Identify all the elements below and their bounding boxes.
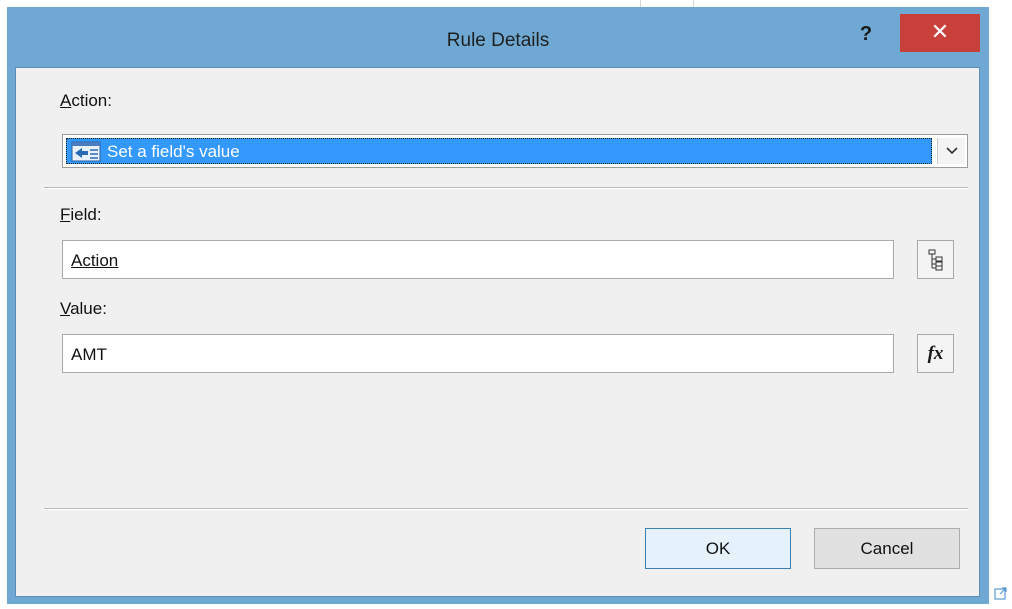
select-field-button[interactable] [917, 240, 954, 279]
set-field-value-icon [71, 141, 101, 162]
ok-button[interactable]: OK [645, 528, 791, 569]
formula-button[interactable]: fx [917, 334, 954, 373]
field-value: Action [71, 251, 119, 270]
rule-details-dialog: Rule Details ? ✕ Action: Set a field's v… [7, 7, 989, 604]
field-tree-icon [928, 249, 942, 270]
value-text: AMT [71, 345, 107, 364]
value-label: Value: [60, 299, 107, 318]
title-bar[interactable]: Rule Details ? ✕ [7, 7, 989, 67]
field-input[interactable]: Action [62, 240, 894, 279]
field-label: Field: [60, 205, 102, 224]
dialog-title: Rule Details [446, 30, 550, 51]
action-dropdown[interactable]: Set a field's value [62, 134, 968, 168]
cancel-button[interactable]: Cancel [814, 528, 960, 569]
chevron-down-icon [945, 147, 958, 155]
action-dropdown-selection[interactable]: Set a field's value [66, 138, 932, 164]
divider [44, 508, 968, 510]
dialog-body: Action: Set a field's value Field: Actio… [15, 67, 980, 597]
formula-icon: fx [927, 342, 944, 364]
action-label: Action: [60, 91, 112, 110]
action-selected-text: Set a field's value [107, 142, 240, 161]
close-button[interactable]: ✕ [900, 14, 980, 52]
divider [44, 187, 968, 189]
expand-icon[interactable] [994, 586, 1008, 600]
help-button[interactable]: ? [853, 21, 879, 47]
value-input[interactable]: AMT [62, 334, 894, 373]
dropdown-arrow-button[interactable] [937, 138, 965, 164]
